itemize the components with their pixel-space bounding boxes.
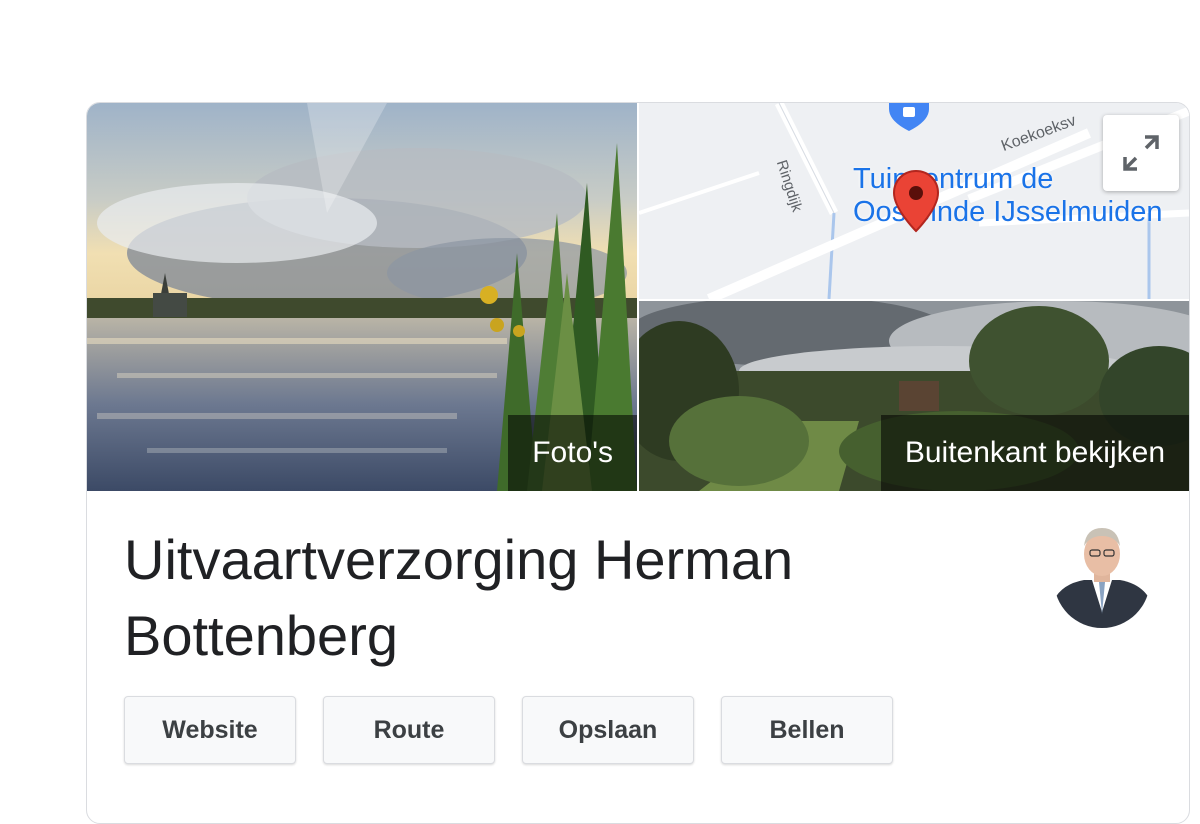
business-name: Uitvaartverzorging Herman Bottenberg <box>124 528 794 667</box>
tile-divider <box>637 103 639 491</box>
street-view-thumbnail[interactable]: Buitenkant bekijken <box>639 301 1189 491</box>
call-button[interactable]: Bellen <box>721 696 893 764</box>
tile-divider <box>639 299 1189 301</box>
map-place-label-line-1: Tuincentrum de <box>853 163 1054 195</box>
shopping-pin-icon <box>889 103 929 131</box>
map-thumbnail[interactable]: Ringdijk Koekoeksv Tuincentrum de Oostei… <box>639 103 1189 299</box>
save-button[interactable]: Opslaan <box>522 696 694 764</box>
location-pin-icon <box>892 169 940 233</box>
expand-map-button[interactable] <box>1103 115 1179 191</box>
expand-icon <box>1123 135 1159 171</box>
photo-gallery[interactable]: Foto's <box>87 103 637 491</box>
website-button[interactable]: Website <box>124 696 296 764</box>
owner-avatar <box>1054 522 1150 628</box>
photos-label[interactable]: Foto's <box>508 415 637 491</box>
street-view-label[interactable]: Buitenkant bekijken <box>880 415 1189 491</box>
route-button[interactable]: Route <box>323 696 495 764</box>
